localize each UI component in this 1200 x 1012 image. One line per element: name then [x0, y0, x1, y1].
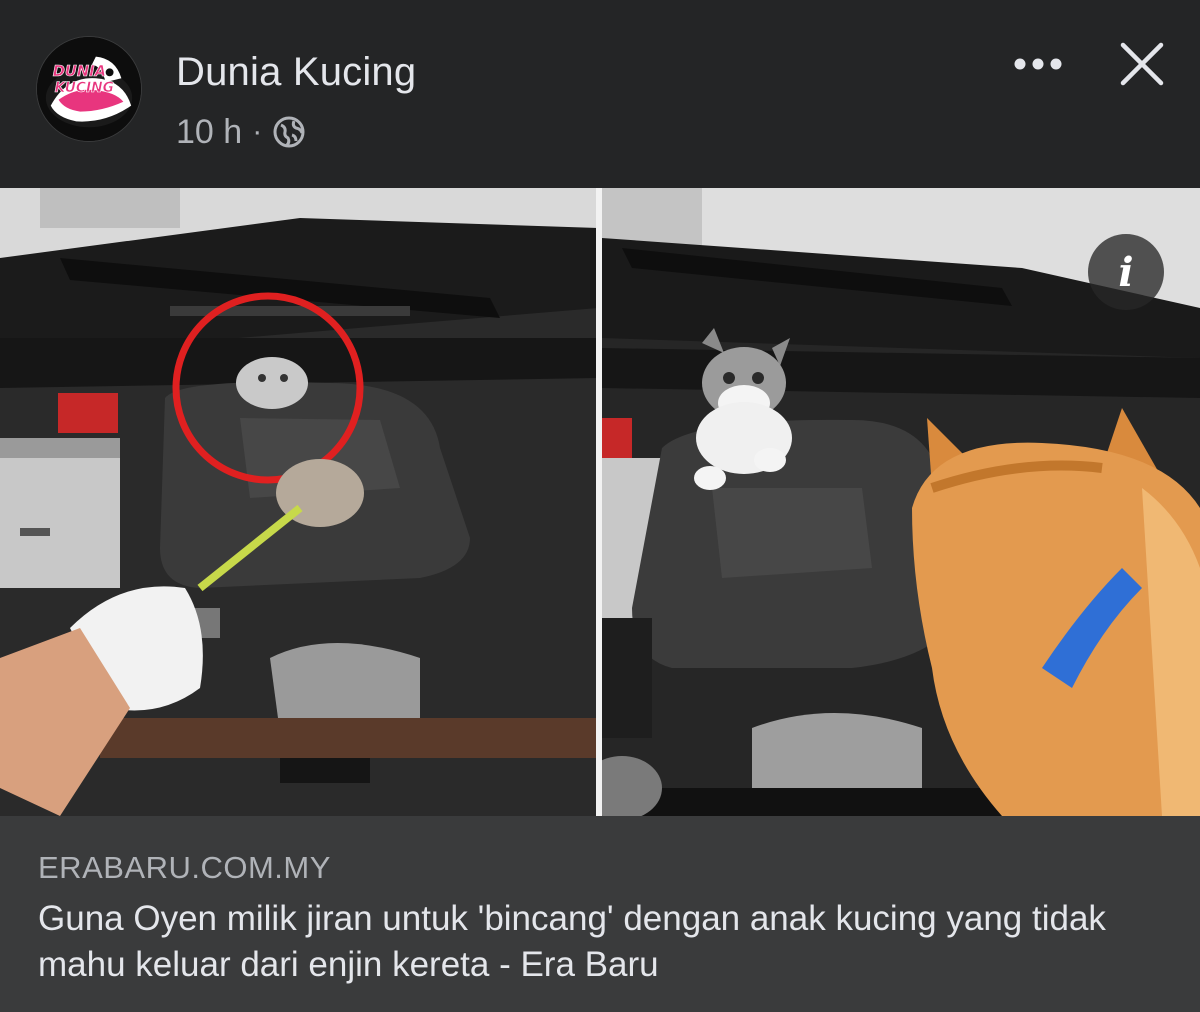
more-options-button[interactable]: [1008, 44, 1068, 84]
facebook-post: DUNIA KUCING Dunia Kucing 10 h · i ERABA…: [0, 0, 1200, 1012]
more-dots-icon: [1014, 58, 1062, 70]
meta-separator: ·: [252, 115, 263, 148]
info-button[interactable]: i: [1088, 234, 1164, 310]
globe-icon: [272, 115, 306, 149]
close-icon: [1120, 42, 1164, 86]
post-meta: 10 h ·: [176, 112, 306, 152]
logo-text-1: DUNIA: [53, 63, 106, 80]
page-logo: DUNIA KUCING: [37, 37, 141, 141]
photo-kitten-in-engine[interactable]: [0, 188, 598, 816]
avatar[interactable]: DUNIA KUCING: [36, 36, 142, 142]
info-icon: i: [1118, 248, 1134, 296]
link-domain: ERABARU.COM.MY: [38, 850, 331, 885]
timestamp[interactable]: 10 h: [176, 113, 242, 152]
logo-text-2: KUCING: [55, 80, 114, 96]
post-media[interactable]: i: [0, 188, 1200, 816]
close-button[interactable]: [1114, 36, 1170, 92]
link-preview[interactable]: ERABARU.COM.MY Guna Oyen milik jiran unt…: [0, 816, 1200, 1012]
link-title: Guna Oyen milik jiran untuk 'bincang' de…: [38, 899, 1106, 984]
post-header: DUNIA KUCING Dunia Kucing 10 h ·: [0, 0, 1200, 188]
page-name[interactable]: Dunia Kucing: [176, 50, 416, 95]
